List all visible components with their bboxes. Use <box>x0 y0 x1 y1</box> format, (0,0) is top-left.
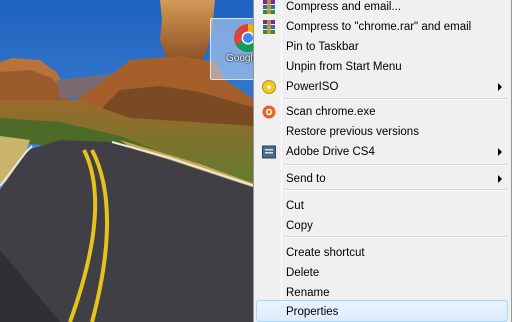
menu-item-label: Send to <box>286 173 326 185</box>
menu-item-label: Copy <box>286 220 313 232</box>
menu-item-label: Cut <box>286 200 304 212</box>
antivirus-scan-icon <box>262 105 276 119</box>
menu-item-label: PowerISO <box>286 81 339 93</box>
submenu-arrow-icon <box>498 148 502 156</box>
menu-item-label: Compress to "chrome.rar" and email <box>286 21 472 33</box>
menu-item-properties[interactable]: Properties <box>256 300 508 322</box>
menu-item-pin-to-taskbar[interactable]: Pin to Taskbar <box>256 37 508 57</box>
menu-item-adobe-drive-cs4[interactable]: Adobe Drive CS4 <box>256 142 508 162</box>
context-menu: Compress and email... Compress to "chrom… <box>253 0 512 322</box>
menu-item-label: Restore previous versions <box>286 126 419 138</box>
menu-separator <box>284 236 507 238</box>
poweriso-icon <box>262 80 276 94</box>
winrar-archive-icon <box>263 0 275 14</box>
menu-item-delete[interactable]: Delete <box>256 263 508 283</box>
menu-item-restore-previous-versions[interactable]: Restore previous versions <box>256 122 508 142</box>
submenu-arrow-icon <box>498 175 502 183</box>
shortcut-label: Google Chrome <box>226 53 256 64</box>
submenu-arrow-icon <box>498 83 502 91</box>
menu-separator <box>284 164 507 166</box>
chrome-shortcut[interactable]: Google Chrome <box>210 18 256 80</box>
menu-item-label: Properties <box>286 306 339 318</box>
menu-item-label: Adobe Drive CS4 <box>286 146 375 158</box>
adobe-drive-icon <box>262 145 276 159</box>
menu-item-unpin-from-start-menu[interactable]: Unpin from Start Menu <box>256 57 508 77</box>
menu-item-label: Compress and email... <box>286 1 402 13</box>
menu-item-copy[interactable]: Copy <box>256 216 508 236</box>
menu-separator <box>284 98 507 100</box>
menu-item-label: Create shortcut <box>286 247 365 259</box>
menu-item-send-to[interactable]: Send to <box>256 169 508 189</box>
menu-item-label: Delete <box>286 267 320 279</box>
menu-item-create-shortcut[interactable]: Create shortcut <box>256 243 508 263</box>
menu-item-compress-to-rar-and-email[interactable]: Compress to "chrome.rar" and email <box>256 17 508 37</box>
menu-separator <box>284 189 507 191</box>
winrar-archive-icon <box>263 20 275 34</box>
menu-item-cut[interactable]: Cut <box>256 196 508 216</box>
menu-item-poweriso[interactable]: PowerISO <box>256 77 508 97</box>
menu-item-compress-and-email[interactable]: Compress and email... <box>256 0 508 17</box>
menu-item-scan-chrome-exe[interactable]: Scan chrome.exe <box>256 102 508 122</box>
menu-item-label: Pin to Taskbar <box>286 41 359 53</box>
menu-item-label: Scan chrome.exe <box>286 106 376 118</box>
menu-item-label: Unpin from Start Menu <box>286 61 402 73</box>
